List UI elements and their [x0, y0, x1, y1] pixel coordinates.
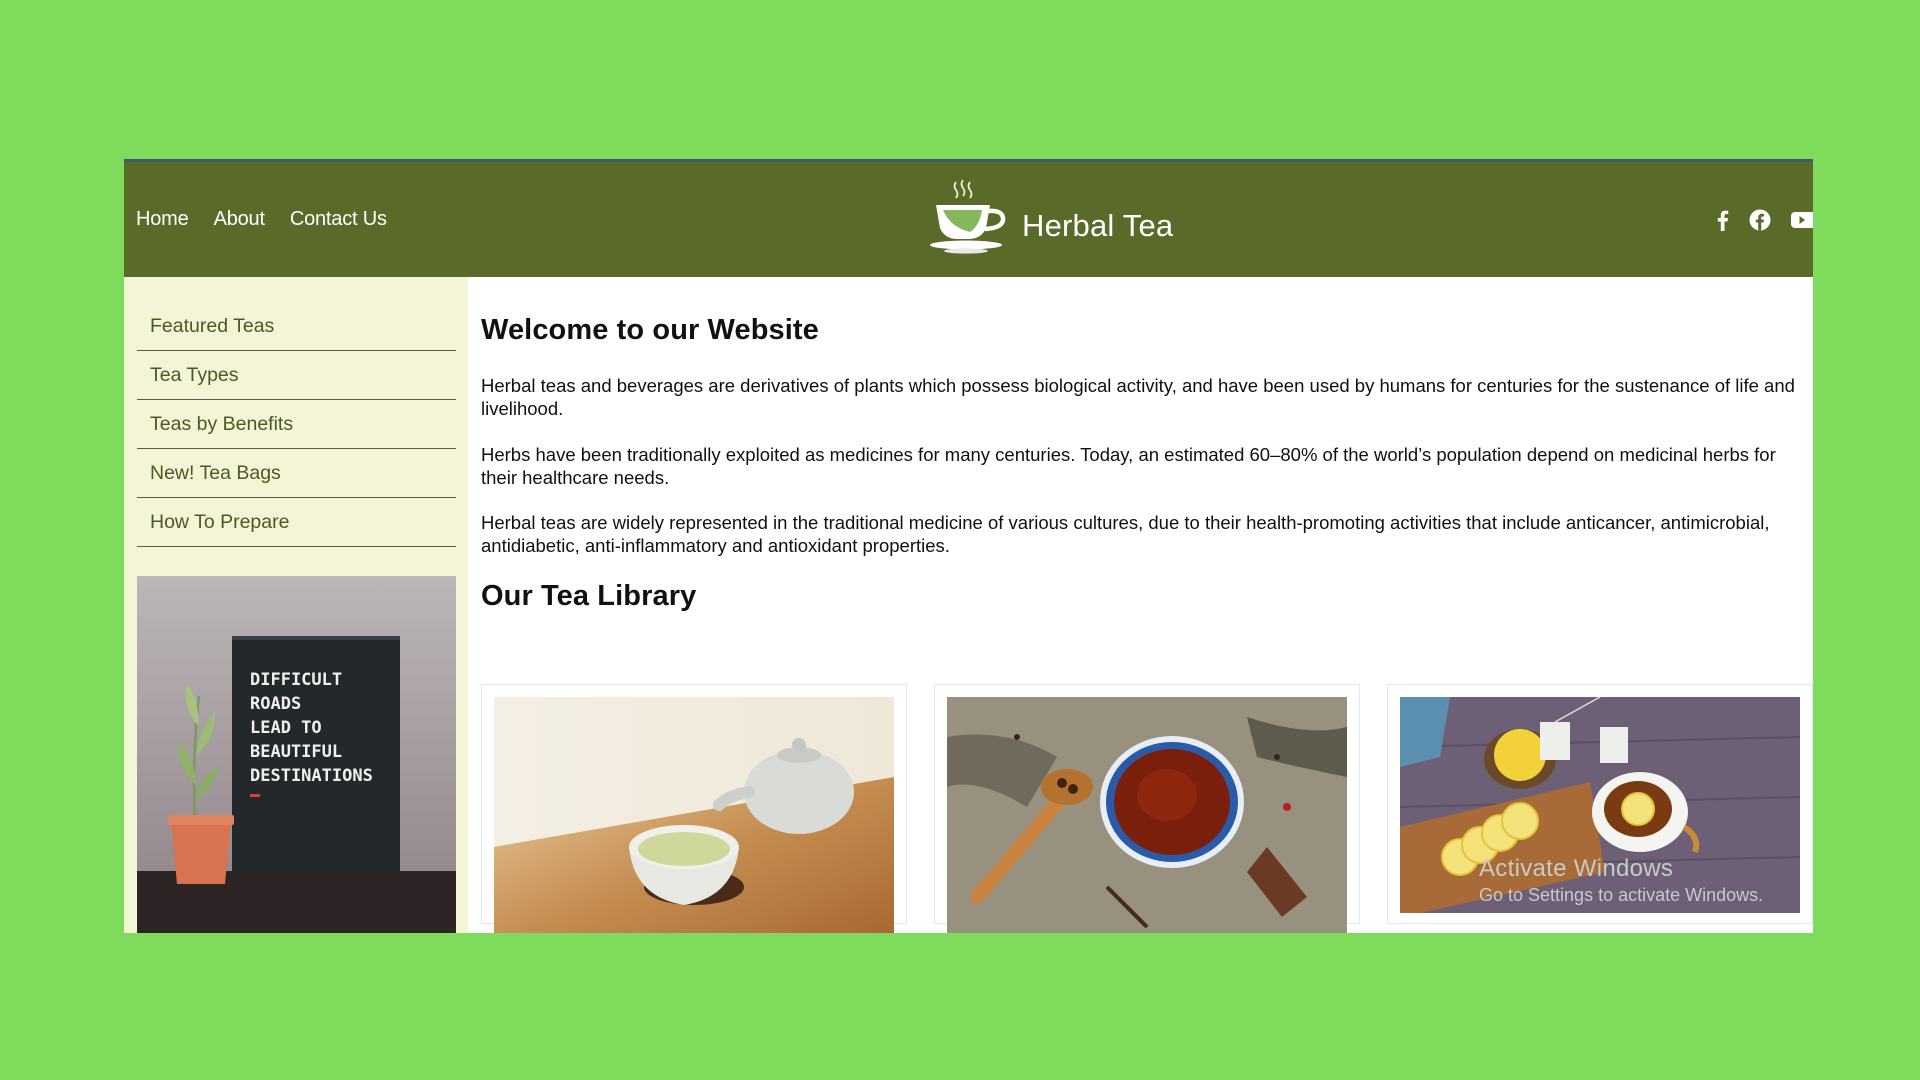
facebook-circle-icon[interactable]: [1749, 209, 1771, 231]
main-nav: Home About Contact Us: [136, 162, 387, 277]
watermark-line-1: Activate Windows: [1479, 855, 1674, 882]
promo-image: DIFFICULT ROADS LEAD TO BEAUTIFUL DESTIN…: [137, 576, 456, 933]
windows-activation-watermark: Activate Windows Go to Settings to activ…: [1479, 855, 1763, 906]
brand-logo[interactable]: Herbal Tea: [930, 178, 1173, 256]
social-links: [1716, 162, 1813, 277]
sidebar-menu: Featured Teas Tea Types Teas by Benefits…: [137, 302, 456, 547]
browser-page: Home About Contact Us Herbal Tea Feature…: [124, 159, 1813, 933]
promo-sign-line-2: ROADS: [250, 694, 301, 714]
promo-sign-line-1: DIFFICULT: [250, 670, 342, 690]
watermark-line-2: Go to Settings to activate Windows.: [1479, 885, 1764, 905]
nav-contact-us[interactable]: Contact Us: [290, 208, 387, 231]
sidebar: Featured Teas Tea Types Teas by Benefits…: [124, 277, 468, 933]
tea-card-green-tea[interactable]: [481, 684, 907, 933]
promo-sign-line-5: DESTINATIONS: [250, 766, 373, 786]
brand-title: Herbal Tea: [1022, 208, 1174, 243]
sidebar-item-tea-types[interactable]: Tea Types: [137, 351, 456, 400]
intro-paragraph-1: Herbal teas and beverages are derivative…: [481, 375, 1795, 419]
sidebar-item-new-tea-bags[interactable]: New! Tea Bags: [137, 449, 456, 498]
teacup-icon: [930, 179, 1006, 254]
sidebar-item-featured-teas[interactable]: Featured Teas: [137, 302, 456, 351]
sidebar-item-how-to-prepare[interactable]: How To Prepare: [137, 498, 456, 547]
youtube-icon[interactable]: [1791, 211, 1813, 229]
nav-home[interactable]: Home: [136, 208, 189, 231]
intro-paragraph-2: Herbs have been traditionally exploited …: [481, 444, 1776, 488]
sidebar-item-teas-by-benefits[interactable]: Teas by Benefits: [137, 400, 456, 449]
intro-paragraph-3: Herbal teas are widely represented in th…: [481, 512, 1770, 556]
tea-card-image: [494, 697, 894, 933]
site-header: Home About Contact Us Herbal Tea: [124, 162, 1813, 277]
promo-sign-line-4: BEAUTIFUL: [250, 742, 342, 762]
tea-card-image: [947, 697, 1347, 933]
nav-about[interactable]: About: [214, 208, 265, 231]
tea-card-herbal-brew[interactable]: [934, 684, 1360, 933]
welcome-heading: Welcome to our Website: [481, 314, 819, 346]
facebook-f-icon[interactable]: [1716, 209, 1729, 231]
promo-sign-line-3: LEAD TO: [250, 718, 322, 738]
tea-library-heading: Our Tea Library: [481, 580, 697, 612]
